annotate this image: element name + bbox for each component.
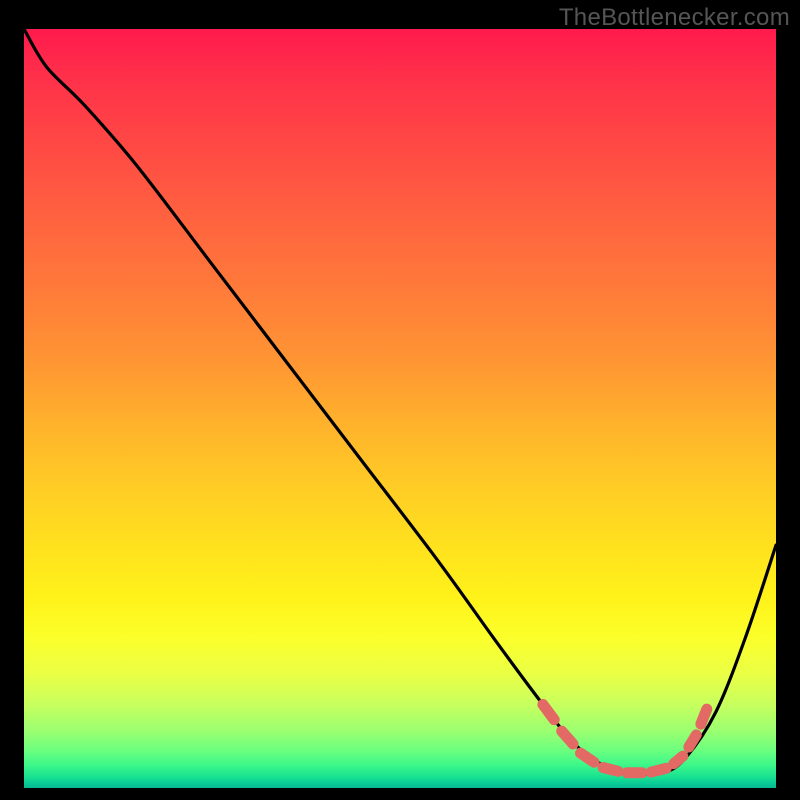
highlight-dash [689, 735, 697, 747]
watermark-text: TheBottlenecker.com [559, 4, 790, 32]
chart-stage: TheBottlenecker.com [0, 0, 800, 800]
highlight-dash [581, 753, 595, 762]
plot-area [24, 29, 776, 788]
highlight-dash [562, 731, 573, 744]
highlight-dash [701, 709, 707, 724]
bottleneck-curve [24, 29, 776, 774]
highlight-dash [651, 768, 666, 772]
highlight-dash [543, 705, 554, 720]
chart-svg [24, 29, 776, 788]
highlight-dashes [543, 705, 707, 773]
highlight-dash [603, 768, 618, 772]
highlight-dash [674, 756, 683, 764]
